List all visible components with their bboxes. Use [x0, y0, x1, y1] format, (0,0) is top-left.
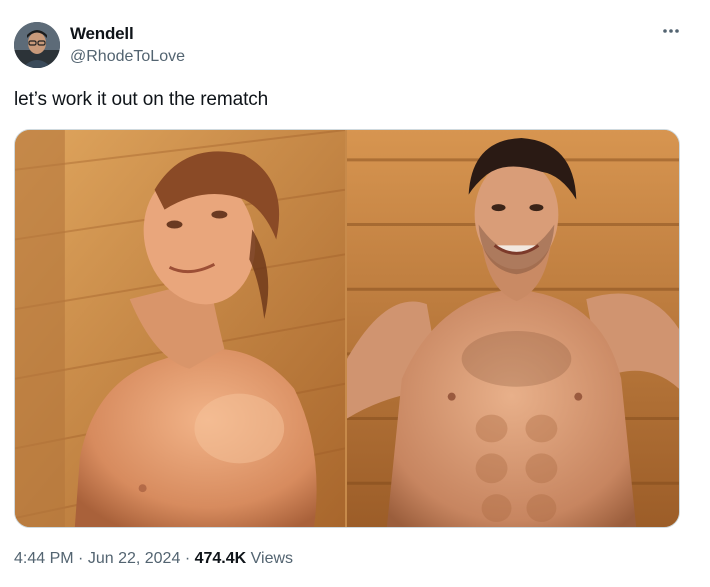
media-image-left[interactable]: [15, 130, 345, 527]
more-dots-icon: [663, 29, 679, 33]
author-name[interactable]: Wendell: [70, 24, 134, 44]
meta-separator: ·: [184, 550, 191, 567]
more-options-button[interactable]: [656, 20, 686, 42]
tweet-date[interactable]: Jun 22, 2024: [88, 550, 181, 567]
avatar[interactable]: [14, 22, 60, 68]
views-count[interactable]: 474.4K: [195, 550, 247, 567]
views-label: Views: [250, 550, 294, 567]
media-grid: [14, 129, 680, 528]
sauna-photo-redhead-man-icon: [15, 130, 345, 527]
tweet: Wendell @RhodeToLove let’s work it out o…: [0, 0, 710, 587]
tweet-time[interactable]: 4:44 PM: [14, 550, 74, 567]
avatar-photo-icon: [14, 22, 60, 68]
author-handle[interactable]: @RhodeToLove: [70, 48, 185, 66]
media-image-right[interactable]: [347, 130, 679, 527]
tweet-meta: 4:44 PM · Jun 22, 2024 · 474.4K Views: [14, 550, 293, 568]
tweet-text: let’s work it out on the rematch: [14, 89, 269, 110]
meta-separator: ·: [78, 550, 84, 567]
sauna-photo-curly-hair-man-icon: [347, 130, 679, 527]
